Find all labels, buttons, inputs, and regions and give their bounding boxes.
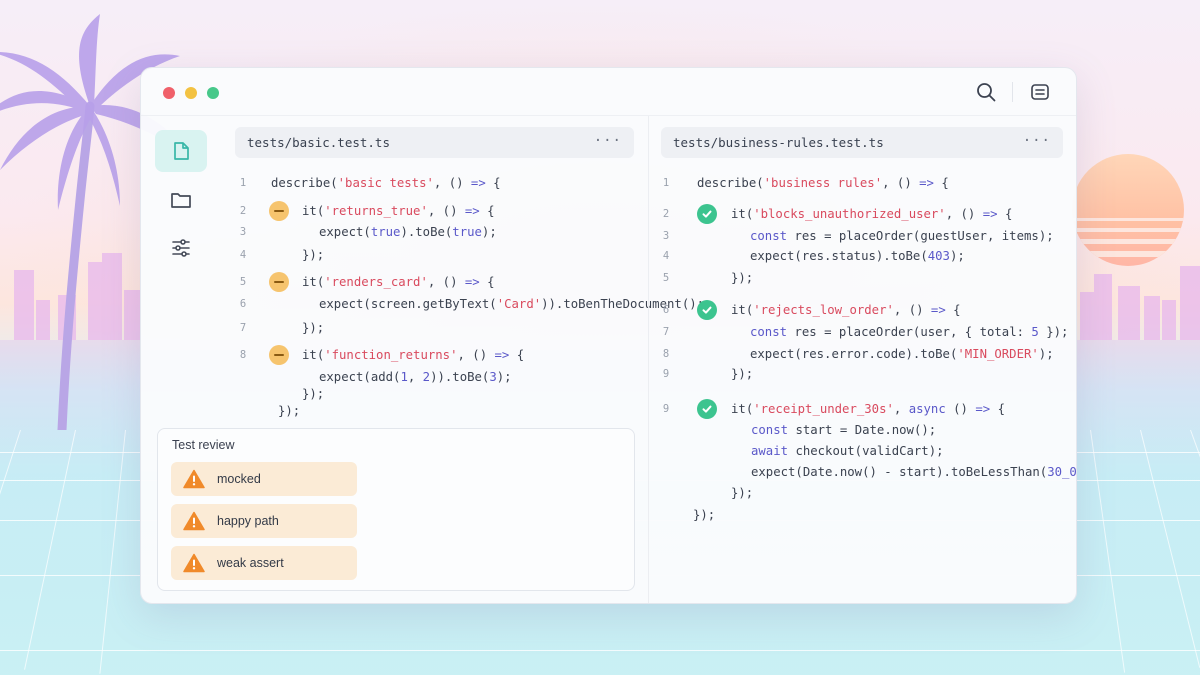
right-line-number: 4 — [662, 250, 670, 262]
left-pane-tab[interactable]: tests/basic.test.ts ··· — [235, 127, 634, 158]
left-line-number: 4 — [239, 249, 247, 261]
search-icon[interactable] — [975, 81, 997, 103]
sidebar-item-settings[interactable] — [155, 227, 207, 269]
test-passed-icon[interactable] — [697, 300, 717, 320]
right-code-line: }); — [731, 271, 754, 285]
left-line-number: 5 — [239, 276, 247, 288]
warning-icon — [183, 511, 205, 531]
right-line-number: 9 — [662, 368, 670, 380]
file-icon — [174, 142, 189, 160]
folder-icon — [171, 193, 191, 208]
left-line-number: 1 — [239, 177, 247, 189]
right-code-line: }); — [693, 508, 716, 522]
warning-icon — [183, 469, 205, 489]
left-code-line: expect(screen.getByText('Card')).toBenTh… — [319, 297, 705, 311]
left-pane-more-button[interactable]: ··· — [594, 133, 622, 149]
review-item[interactable]: mocked — [171, 462, 357, 496]
left-code-line: describe('basic tests', () => { — [271, 176, 501, 190]
left-code-line: }); — [302, 248, 325, 262]
test-pending-icon[interactable] — [269, 201, 289, 221]
left-line-number: 7 — [239, 322, 247, 334]
right-code-line: it('blocks_unauthorized_user', () => { — [731, 207, 1013, 221]
warning-icon — [183, 553, 205, 573]
sidebar-item-folders[interactable] — [155, 179, 207, 221]
title-bar — [141, 68, 1076, 116]
review-item-label: happy path — [217, 514, 279, 528]
right-code-line: describe('business rules', () => { — [697, 176, 949, 190]
left-code-line: expect(true).toBe(true); — [319, 225, 497, 239]
right-line-number: 7 — [662, 326, 670, 338]
test-review-panel: Test review mocked happy path weak assert — [157, 428, 635, 591]
left-line-number: 2 — [239, 205, 247, 217]
right-code-line: expect(res.status).toBe(403); — [750, 249, 965, 263]
left-line-number: 8 — [239, 349, 247, 361]
left-code-line: }); — [302, 321, 325, 335]
right-line-number: 6 — [662, 304, 670, 316]
close-window-button[interactable] — [163, 87, 175, 99]
left-line-number: 6 — [239, 298, 247, 310]
review-item-label: mocked — [217, 472, 261, 486]
left-code-line: it('returns_true', () => { — [302, 204, 495, 218]
test-pending-icon[interactable] — [269, 272, 289, 292]
sunset-sun — [1072, 154, 1184, 266]
right-line-number: 1 — [662, 177, 670, 189]
right-line-number: 2 — [662, 208, 670, 220]
right-code-line: }); — [731, 367, 754, 381]
right-code-line: }); — [731, 486, 754, 500]
right-pane-filename: tests/business-rules.test.ts — [673, 135, 884, 150]
review-item[interactable]: weak assert — [171, 546, 357, 580]
left-code-line: it('renders_card', () => { — [302, 275, 495, 289]
editor-window: tests/basic.test.ts ··· 1 describe('basic… — [140, 67, 1077, 604]
left-code-line: expect(add(1, 2)).toBe(3); — [319, 370, 512, 384]
review-title: Test review — [172, 438, 235, 452]
right-line-number: 5 — [662, 272, 670, 284]
right-code-line: const res = placeOrder(user, { total: 5 … — [750, 325, 1069, 339]
right-pane-more-button[interactable]: ··· — [1023, 133, 1051, 149]
left-code-line: it('function_returns', () => { — [302, 348, 525, 362]
right-code-line: expect(res.error.code).toBe('MIN_ORDER')… — [750, 347, 1054, 361]
pane-divider[interactable] — [648, 116, 649, 603]
right-code-line: const res = placeOrder(guestUser, items)… — [750, 229, 1054, 243]
left-code-line: }); — [278, 404, 301, 418]
right-line-number: 9 — [662, 403, 670, 415]
right-pane-tab[interactable]: tests/business-rules.test.ts ··· — [661, 127, 1063, 158]
test-pending-icon[interactable] — [269, 345, 289, 365]
titlebar-separator — [1012, 82, 1013, 102]
review-item[interactable]: happy path — [171, 504, 357, 538]
maximize-window-button[interactable] — [207, 87, 219, 99]
review-item-label: weak assert — [217, 556, 284, 570]
left-code-line: }); — [302, 387, 325, 401]
left-pane-filename: tests/basic.test.ts — [247, 135, 390, 150]
right-code-line: const start = Date.now(); — [751, 423, 937, 437]
sliders-icon — [172, 239, 190, 257]
test-passed-icon[interactable] — [697, 204, 717, 224]
right-code-line: it('rejects_low_order', () => { — [731, 303, 961, 317]
left-line-number: 3 — [239, 226, 247, 238]
test-passed-icon[interactable] — [697, 399, 717, 419]
right-line-number: 3 — [662, 230, 670, 242]
sidebar-item-files[interactable] — [155, 130, 207, 172]
right-code-line: expect(Date.now() - start).toBeLessThan(… — [751, 465, 1077, 479]
right-code-line: await checkout(validCart); — [751, 444, 944, 458]
minimize-window-button[interactable] — [185, 87, 197, 99]
right-line-number: 8 — [662, 348, 670, 360]
notes-icon[interactable] — [1029, 81, 1051, 103]
sidebar — [155, 130, 207, 280]
right-code-line: it('receipt_under_30s', async () => { — [731, 402, 1005, 416]
